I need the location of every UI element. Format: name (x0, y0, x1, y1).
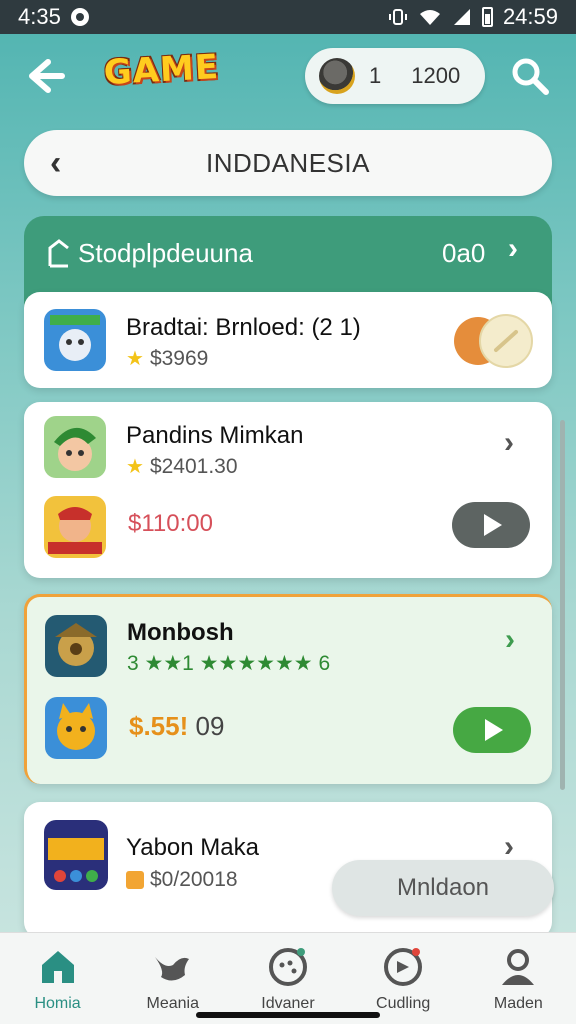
nav-item-chat[interactable]: Idvaner (233, 945, 343, 1013)
coin-balance[interactable]: 1 1200 (305, 48, 485, 104)
pirate-character-icon (44, 496, 106, 558)
game-price-value: $2401.30 (149, 454, 238, 478)
home-icon (41, 951, 74, 983)
top-bar: GAME 1 1200 (0, 40, 576, 110)
game-price-value: $3969 (149, 346, 209, 370)
download-pill-button[interactable]: Mnldaon (332, 860, 554, 916)
house-outline-icon (48, 239, 69, 268)
chevron-right-icon[interactable]: › (504, 426, 514, 460)
play-icon (484, 514, 502, 536)
nav-label: Idvaner (261, 995, 315, 1012)
region-title: INDDANESIA (206, 147, 370, 178)
price-rest: 09 (188, 711, 225, 741)
elf-character-icon (44, 416, 106, 478)
game-price: $0/20018 (126, 868, 238, 892)
speech-icon (384, 948, 423, 986)
play-button[interactable] (453, 707, 531, 753)
game-title: Yabon Maka (126, 834, 259, 861)
nav-item-media[interactable]: Meania (118, 945, 228, 1013)
game-logo: GAME (102, 47, 220, 93)
nav-label: Cudling (376, 995, 431, 1012)
nav-item-profile[interactable]: Maden (463, 945, 573, 1013)
region-selector[interactable]: ‹ INDDANESIA (24, 130, 552, 196)
star-icon: ★ (126, 348, 144, 370)
game-title: Monbosh (127, 619, 234, 646)
star-icon: ★ (126, 456, 144, 478)
play-button[interactable] (452, 502, 530, 548)
bottom-nav: Homia Meania Idvaner Cudling Maden (0, 932, 576, 1024)
chat-bubble-icon (268, 948, 307, 986)
back-arrow-icon[interactable] (24, 54, 68, 98)
person-icon (502, 949, 535, 985)
game-price: ★ $2401.30 (126, 454, 238, 479)
game-title: Bradtai: Brnloed: (2 1) (126, 314, 361, 341)
chevron-left-icon[interactable]: ‹ (50, 144, 61, 183)
status-time: 4:35 (18, 4, 61, 29)
status-bar: 4:35 24:59 (0, 0, 576, 34)
scrollbar[interactable] (560, 420, 565, 790)
game-price: ★ $3969 (126, 346, 208, 371)
coin-toggle-icon[interactable] (454, 314, 534, 368)
chevron-right-icon[interactable]: › (508, 232, 518, 266)
wifi-icon (419, 10, 440, 25)
game-title: Pandins Mimkan (126, 422, 304, 449)
tag-icon (126, 871, 144, 889)
nav-item-calling[interactable]: Cudling (348, 945, 458, 1013)
game-price-value: $0/20018 (150, 868, 238, 891)
game-card[interactable]: Pandins Mimkan ★ $2401.30 › $110:00 (24, 402, 552, 578)
nav-item-home[interactable]: Homia (3, 945, 113, 1013)
armor-character-icon (45, 615, 107, 677)
avatar-coin-icon (319, 58, 355, 94)
price-highlight: $.55! (129, 711, 189, 741)
game-price-red: $110:00 (128, 510, 213, 537)
arcade-game-icon (44, 820, 108, 890)
fox-character-icon (45, 697, 107, 759)
play-icon (485, 719, 503, 741)
status-clock: 24:59 (502, 4, 558, 29)
coin-count-b: 1200 (411, 63, 461, 88)
search-icon[interactable] (510, 56, 550, 96)
vibrate-icon (388, 9, 407, 25)
coin-count-a: 1 (369, 63, 382, 88)
game-card[interactable]: Bradtai: Brnloed: (2 1) ★ $3969 (24, 292, 552, 388)
chevron-right-icon[interactable]: › (504, 830, 514, 864)
nav-label: Meania (146, 995, 200, 1012)
game-thumbnail-icon (44, 309, 106, 371)
record-icon (70, 8, 89, 26)
game-price-orange: $.55! 09 (129, 711, 224, 742)
game-card-highlighted[interactable]: Monbosh 3 ★★1 ★★★★★★ 6 › $.55! 09 (24, 594, 552, 784)
bird-icon (154, 957, 189, 981)
game-rating: 3 ★★1 ★★★★★★ 6 (127, 652, 331, 675)
section-count: 0a0 (442, 238, 486, 268)
signal-icon (453, 9, 470, 25)
status-right: 24:59 (388, 4, 558, 30)
chevron-right-icon[interactable]: › (505, 623, 515, 657)
home-indicator[interactable] (196, 1012, 380, 1018)
battery-icon (481, 7, 493, 27)
nav-label: Maden (493, 995, 543, 1012)
nav-label: Homia (34, 995, 81, 1012)
game-card[interactable]: Yabon Maka $0/20018 › Mnldaon (24, 802, 554, 938)
status-left: 4:35 (18, 4, 89, 30)
section-title: Stodplpdeuuna (78, 238, 253, 268)
